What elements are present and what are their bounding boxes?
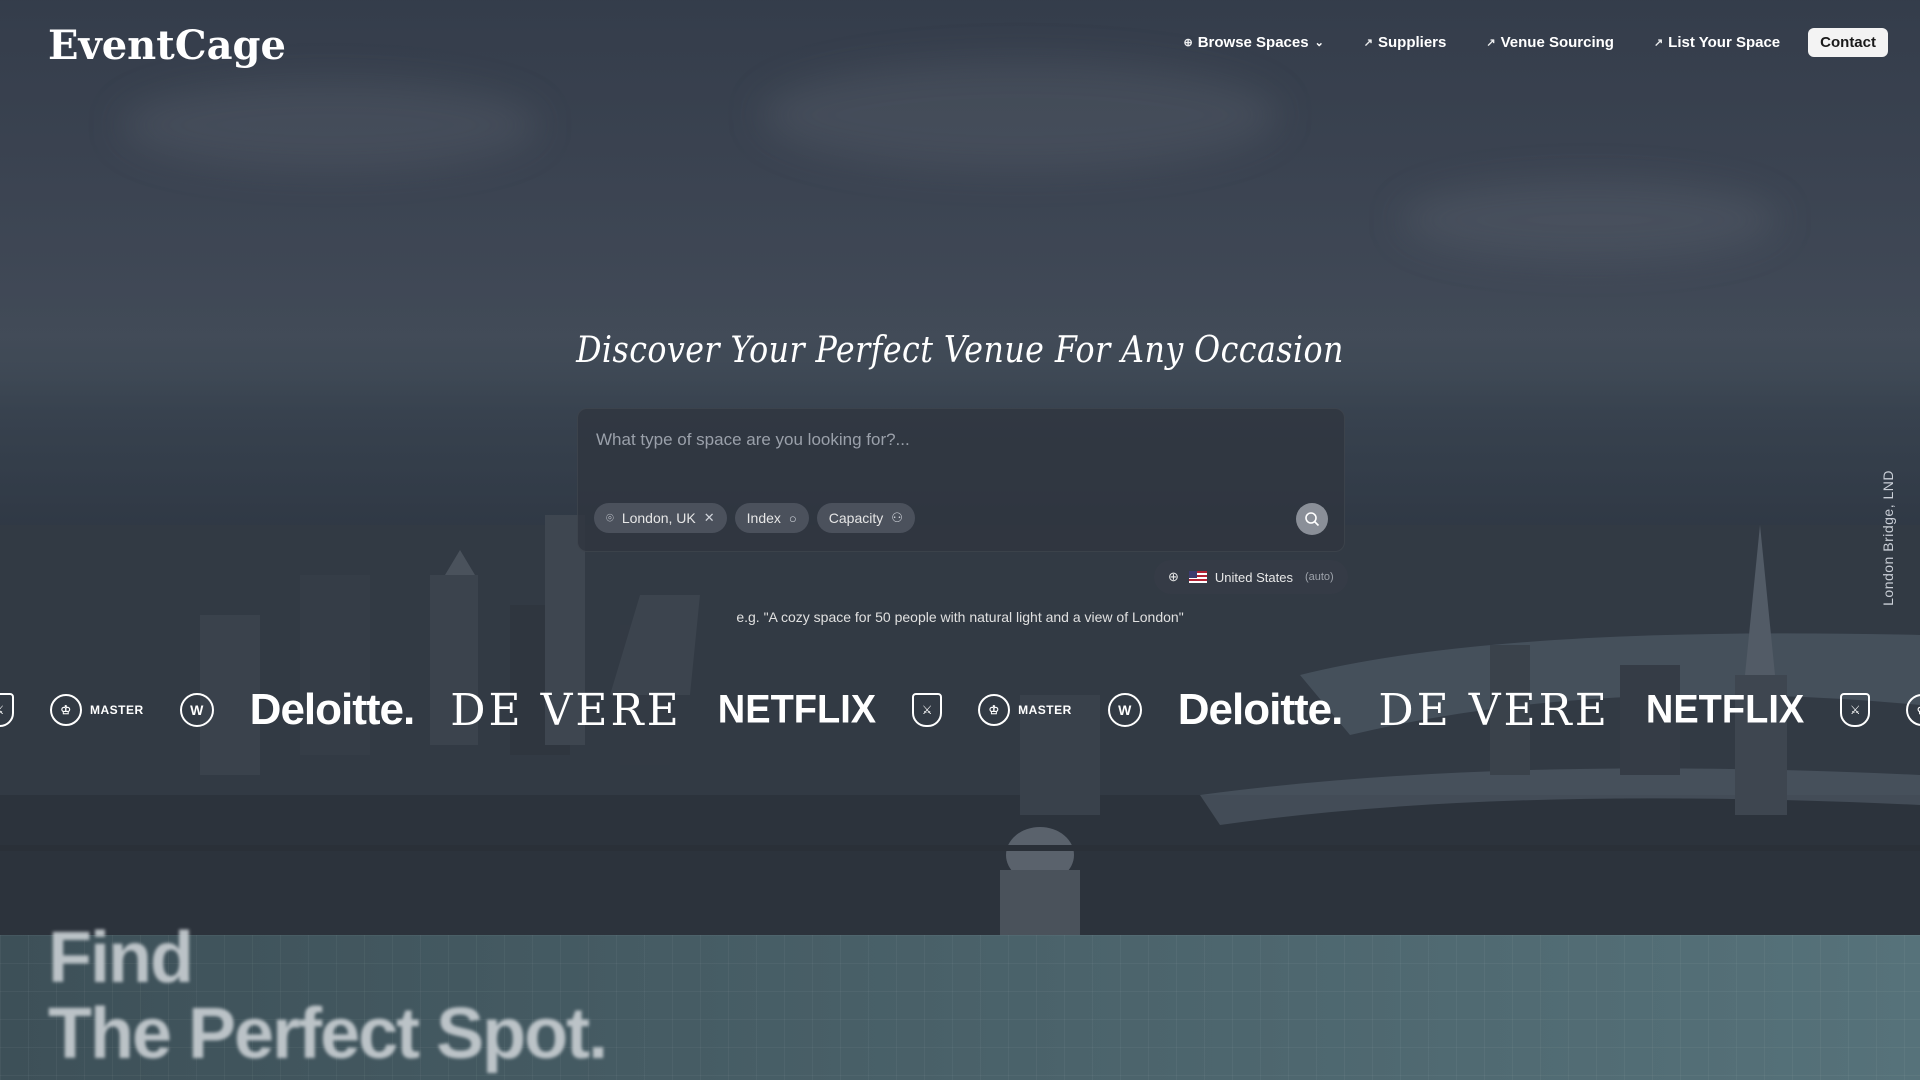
search-filters: ⌾ London, UK ✕ Index ○ Capacity ⚇ xyxy=(594,503,915,533)
close-icon[interactable]: ✕ xyxy=(704,510,715,526)
nav-suppliers[interactable]: ↗ Suppliers xyxy=(1364,34,1447,51)
search-input[interactable] xyxy=(594,429,1298,451)
top-navigation: ⊕ Browse Spaces ⌄ ↗ Suppliers ↗ Venue So… xyxy=(1143,28,1888,57)
volkswagen-logo: W xyxy=(1107,693,1142,727)
region-country: United States xyxy=(1214,569,1293,585)
arrow-up-right-icon: ↗ xyxy=(1486,37,1496,49)
nav-browse-spaces[interactable]: ⊕ Browse Spaces ⌄ xyxy=(1183,34,1323,51)
arrow-up-right-icon: ↗ xyxy=(1363,37,1374,49)
search-example-text: e.g. "A cozy space for 50 people with na… xyxy=(736,609,1184,625)
region-mode: (auto) xyxy=(1304,571,1334,583)
us-flag-icon xyxy=(1188,571,1207,583)
map-pin-icon: ⌾ xyxy=(606,510,614,525)
search-button[interactable] xyxy=(1296,503,1328,535)
nav-suppliers-label: Suppliers xyxy=(1378,34,1447,51)
nav-browse-label: Browse Spaces xyxy=(1197,34,1309,51)
devere-logo: DE VERE xyxy=(1378,684,1610,736)
sky-cloud xyxy=(760,60,1280,170)
deloitte-logo: Deloitte. xyxy=(249,685,416,734)
sky-cloud xyxy=(120,80,540,170)
arsenal-logo: ⚔ xyxy=(912,693,943,727)
section-heading-line1: Find xyxy=(48,918,194,998)
search-icon xyxy=(1305,512,1320,527)
index-chip-label: Index xyxy=(746,510,781,526)
contact-button[interactable]: Contact xyxy=(1808,28,1888,57)
master-sommeliers-logo: ♔MASTER xyxy=(1906,694,1920,726)
nav-list-space-label: List Your Space xyxy=(1668,34,1781,51)
master-badge-icon: ♔ xyxy=(978,694,1011,726)
master-badge-icon: ♔ xyxy=(50,694,82,726)
eventcage-logo[interactable]: EventCage xyxy=(48,22,286,69)
devere-logo: DE VERE xyxy=(450,684,682,736)
section-heading: Find The Perfect Spot. xyxy=(48,918,608,1074)
nav-list-your-space[interactable]: ↗ List Your Space xyxy=(1654,34,1780,51)
chevron-down-icon: ⌄ xyxy=(1314,37,1324,49)
globe-icon: ⊕ xyxy=(1183,37,1193,49)
index-chip[interactable]: Index ○ xyxy=(734,503,809,533)
volkswagen-logo: W xyxy=(179,693,214,727)
users-icon: ⚇ xyxy=(891,510,903,525)
sky-cloud xyxy=(1400,180,1780,260)
search-panel: ⌾ London, UK ✕ Index ○ Capacity ⚇ xyxy=(577,408,1345,552)
arsenal-logo: ⚔ xyxy=(1840,693,1871,727)
nav-venue-sourcing-label: Venue Sourcing xyxy=(1500,34,1614,51)
master-sommeliers-logo: ♔ MASTER xyxy=(50,694,144,726)
section-heading-line2: The Perfect Spot. xyxy=(48,994,608,1074)
circle-icon: ○ xyxy=(788,510,797,526)
netflix-logo: NETFLIX xyxy=(1645,687,1805,732)
master-logo-text: MASTER xyxy=(90,703,144,717)
photo-credit: London Bridge, LND xyxy=(1880,470,1896,606)
client-logo-strip: ⚔ ♔MASTER W Deloitte. DE VERE NETFLIX ⚔ … xyxy=(0,680,1920,740)
arrow-up-right-icon: ↗ xyxy=(1653,37,1664,49)
location-chip-label: London, UK xyxy=(621,510,696,526)
capacity-chip-label: Capacity xyxy=(828,510,884,526)
master-logo-text: MASTER xyxy=(1018,703,1072,717)
master-sommeliers-logo: ♔ MASTER xyxy=(978,694,1072,726)
nav-venue-sourcing[interactable]: ↗ Venue Sourcing xyxy=(1486,34,1614,51)
globe-icon: ⊕ xyxy=(1168,569,1179,584)
hero-headline: Discover Your Perfect Venue For Any Occa… xyxy=(576,330,1344,371)
master-badge-icon: ♔ xyxy=(1906,694,1920,726)
capacity-chip[interactable]: Capacity ⚇ xyxy=(816,503,915,533)
deloitte-logo: Deloitte. xyxy=(1177,685,1344,734)
region-selector[interactable]: ⊕ United States (auto) xyxy=(1154,560,1348,594)
netflix-logo: NETFLIX xyxy=(717,687,877,732)
arsenal-logo: ⚔ xyxy=(0,693,14,727)
location-chip[interactable]: ⌾ London, UK ✕ xyxy=(594,503,727,533)
